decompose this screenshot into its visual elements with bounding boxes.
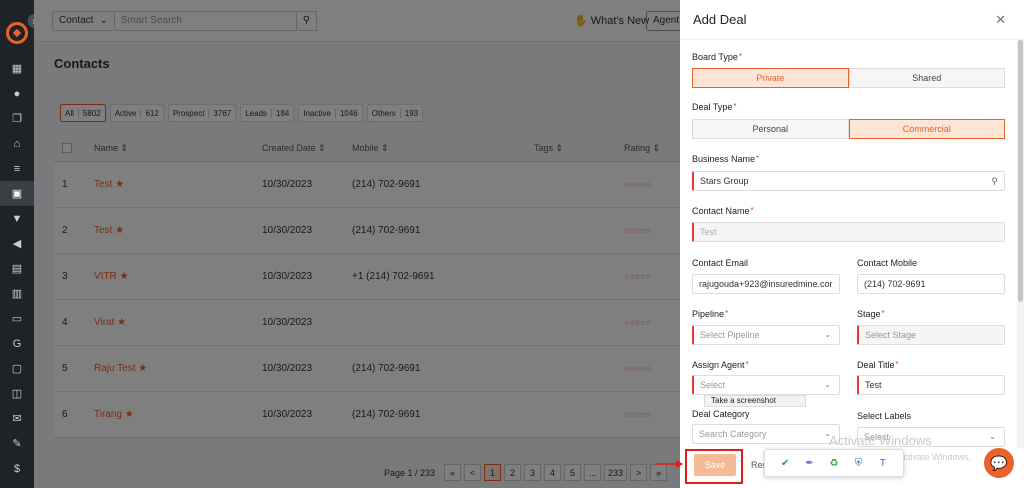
teams-icon[interactable]: T	[877, 457, 889, 469]
bank-icon[interactable]: ⌂	[0, 131, 34, 156]
deal-category-select[interactable]: Search Category ⌄	[692, 424, 840, 444]
pipeline-select[interactable]: Select Pipeline ⌄	[692, 325, 840, 345]
list-icon[interactable]: ≡	[0, 156, 34, 181]
assign-agent-label: Assign Agent*	[692, 360, 749, 370]
deal-title-label: Deal Title*	[857, 360, 899, 370]
save-button[interactable]: Save	[694, 454, 736, 476]
deals-icon[interactable]: ▣	[0, 181, 34, 206]
reports-icon[interactable]: ▥	[0, 281, 34, 306]
calendar-icon[interactable]: ▢	[0, 356, 34, 381]
left-sidebar: › ▦ ● ❐ ⌂ ≡ ▣ ▼ ◀ ▤ ▥ ▭ G ▢ ◫ ✉ ✎ $	[0, 0, 40, 488]
panel-title: Add Deal	[693, 12, 747, 27]
contact-mobile-label: Contact Mobile	[857, 258, 918, 268]
signature-icon[interactable]: ✎	[0, 431, 34, 456]
chat-icon[interactable]: 💬	[984, 448, 1014, 478]
chevron-down-icon: ⌄	[989, 432, 996, 441]
deal-type-toggle: Personal Commercial	[692, 119, 1005, 139]
google-icon[interactable]: G	[0, 331, 34, 356]
modal-backdrop[interactable]	[34, 0, 680, 488]
activate-windows-title: Activate Windows	[829, 433, 932, 448]
filter-icon[interactable]: ▼	[0, 206, 34, 231]
board-type-label: Board Type*	[692, 52, 742, 62]
megaphone-icon[interactable]: ◀	[0, 231, 34, 256]
folder-icon[interactable]: ▭	[0, 306, 34, 331]
deal-type-commercial[interactable]: Commercial	[848, 119, 1005, 139]
pipeline-label: Pipeline*	[692, 309, 729, 319]
panel-scrollbar[interactable]	[1017, 40, 1024, 488]
shield-check-icon[interactable]: ✔	[779, 457, 791, 469]
chevron-down-icon: ⌄	[824, 380, 831, 389]
deal-category-label: Deal Category	[692, 409, 750, 419]
board-type-toggle: Private Shared	[692, 68, 1005, 88]
chevron-down-icon: ⌄	[824, 330, 831, 339]
contact-mobile-field[interactable]: (214) 702-9691	[857, 274, 1005, 294]
documents-icon[interactable]: ❐	[0, 106, 34, 131]
deal-type-personal[interactable]: Personal	[692, 119, 849, 139]
stage-select: Select Stage	[857, 325, 1005, 345]
board-type-private[interactable]: Private	[692, 68, 849, 88]
close-icon[interactable]: ✕	[995, 12, 1006, 28]
screenshot-tooltip: Take a screenshot	[704, 395, 806, 407]
app-logo-icon	[6, 22, 28, 44]
stage-label: Stage*	[857, 309, 885, 319]
panel-header: Add Deal	[680, 0, 1024, 40]
business-name-label: Business Name*	[692, 154, 760, 164]
contact-email-field[interactable]: rajugouda+923@insuredmine.cor	[692, 274, 840, 294]
notes-icon[interactable]: ▤	[0, 256, 34, 281]
schedule-icon[interactable]: ◫	[0, 381, 34, 406]
deal-type-label: Deal Type*	[692, 102, 737, 112]
scrollbar-thumb[interactable]	[1018, 40, 1023, 302]
select-labels-label: Select Labels	[857, 411, 912, 421]
feather-icon[interactable]: ✒	[804, 457, 816, 469]
arrow-right-icon	[655, 460, 683, 468]
security-shield-icon[interactable]: ⛨	[852, 457, 864, 469]
board-type-shared[interactable]: Shared	[848, 68, 1005, 88]
mail-icon[interactable]: ✉	[0, 406, 34, 431]
contact-name-label: Contact Name*	[692, 206, 754, 216]
dollar-icon[interactable]: $	[0, 456, 34, 481]
deal-title-input[interactable]: Test	[857, 375, 1005, 395]
business-name-input[interactable]: Stars Group ⚲	[692, 171, 1005, 191]
contacts-icon[interactable]: ●	[0, 81, 34, 106]
assign-agent-select[interactable]: Select ⌄	[692, 375, 840, 395]
recycle-icon[interactable]: ♻	[828, 457, 840, 469]
search-icon: ⚲	[991, 176, 998, 186]
contact-email-label: Contact Email	[692, 258, 749, 268]
dashboard-icon[interactable]: ▦	[0, 56, 34, 81]
contact-name-field: Test	[692, 222, 1005, 242]
tray-popup: ✔ ✒ ♻ ⛨ T	[764, 449, 904, 477]
